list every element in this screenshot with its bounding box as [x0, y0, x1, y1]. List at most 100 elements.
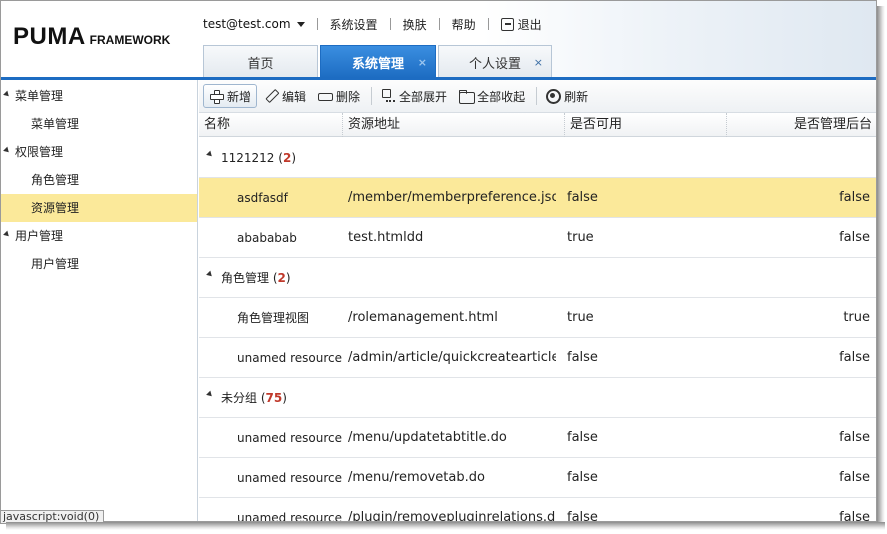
- table-row[interactable]: unamed resource /menu/updatetabtitle.do …: [199, 418, 876, 458]
- expand-all-icon: [381, 89, 396, 103]
- toolbar-divider: [536, 87, 538, 105]
- app-window: PUMA FRAMEWORK test@test.com 系统设置 换肤 帮助 退…: [0, 0, 877, 522]
- collapse-triangle-icon[interactable]: [206, 150, 214, 159]
- cell-name: unamed resource: [237, 351, 342, 365]
- column-header-url[interactable]: 资源地址: [343, 113, 565, 137]
- cell-url: /plugin/removepluginrelations.do: [348, 510, 556, 522]
- cell-admin: false: [839, 470, 870, 485]
- sidebar-item-label: 用户管理: [31, 257, 80, 271]
- collapse-all-label: 全部收起: [477, 89, 526, 104]
- expand-all-label: 全部展开: [399, 89, 448, 104]
- user-email: test@test.com: [203, 17, 291, 31]
- grid-body: 1121212 (2) asdfasdf /member/memberprefe…: [199, 138, 876, 522]
- group-row[interactable]: 未分组 (75): [199, 378, 876, 418]
- cell-name: unamed resource: [237, 471, 342, 485]
- cell-name: asdfasdf: [237, 191, 288, 205]
- edit-label: 编辑: [282, 89, 307, 104]
- tab-home[interactable]: 首页: [203, 45, 318, 78]
- delete-label: 删除: [336, 89, 361, 104]
- close-icon[interactable]: ×: [534, 56, 543, 69]
- sidebar: 菜单管理 菜单管理 权限管理 角色管理 资源管理 用户管理 用户管理: [1, 80, 198, 521]
- top-nav: test@test.com 系统设置 换肤 帮助 退出: [203, 15, 542, 33]
- sidebar-item-menu-management-child[interactable]: 菜单管理: [1, 110, 197, 138]
- close-icon[interactable]: ×: [418, 56, 427, 69]
- cell-url: /menu/removetab.do: [348, 470, 485, 485]
- collapse-triangle-icon[interactable]: [206, 390, 214, 399]
- tab-system-management[interactable]: 系统管理 ×: [320, 45, 436, 78]
- group-name: 角色管理: [221, 271, 270, 285]
- header: PUMA FRAMEWORK test@test.com 系统设置 换肤 帮助 退…: [1, 1, 876, 80]
- sidebar-item-label: 菜单管理: [15, 89, 64, 103]
- logout-link[interactable]: 退出: [500, 16, 542, 33]
- group-title: 未分组 (75): [221, 391, 287, 405]
- sidebar-item-user-management[interactable]: 用户管理: [1, 222, 197, 250]
- table-row[interactable]: abababab test.htmldd true false: [199, 218, 876, 258]
- sidebar-item-permission-management[interactable]: 权限管理: [1, 138, 197, 166]
- table-row[interactable]: unamed resource /plugin/removepluginrela…: [199, 498, 876, 522]
- table-row[interactable]: unamed resource /admin/article/quickcrea…: [199, 338, 876, 378]
- column-header-name[interactable]: 名称: [199, 113, 343, 137]
- table-row[interactable]: asdfasdf /member/memberpreference.json f…: [199, 178, 876, 218]
- delete-button[interactable]: 删除: [313, 84, 365, 108]
- column-header-enabled[interactable]: 是否可用: [565, 113, 727, 137]
- cell-url: /member/memberpreference.json: [348, 190, 556, 205]
- refresh-icon: [546, 89, 562, 104]
- chevron-down-icon: [296, 22, 305, 27]
- collapse-all-button[interactable]: 全部收起: [454, 84, 530, 108]
- expand-all-button[interactable]: 全部展开: [376, 84, 452, 108]
- cell-enabled: false: [567, 190, 598, 205]
- minus-icon: [318, 89, 334, 103]
- change-skin-link[interactable]: 换肤: [403, 16, 427, 33]
- logout-label: 退出: [517, 17, 542, 32]
- tab-personal-settings[interactable]: 个人设置 ×: [438, 45, 552, 78]
- cell-admin: false: [839, 190, 870, 205]
- expand-triangle-icon[interactable]: [3, 146, 11, 155]
- cell-name: 角色管理视图: [237, 311, 310, 325]
- add-label: 新增: [227, 89, 252, 104]
- group-row[interactable]: 角色管理 (2): [199, 258, 876, 298]
- cell-url: test.htmldd: [348, 230, 424, 245]
- refresh-label: 刷新: [564, 89, 589, 104]
- cell-enabled: false: [567, 350, 598, 365]
- group-count: 2: [277, 271, 286, 285]
- sidebar-item-label: 用户管理: [15, 229, 64, 243]
- cell-admin: false: [839, 430, 870, 445]
- cell-admin: false: [839, 510, 870, 522]
- cell-enabled: false: [567, 430, 598, 445]
- cell-url: /menu/updatetabtitle.do: [348, 430, 507, 445]
- collapse-triangle-icon[interactable]: [206, 270, 214, 279]
- system-settings-link[interactable]: 系统设置: [330, 16, 378, 33]
- folder-icon: [459, 89, 476, 104]
- table-row[interactable]: unamed resource /menu/removetab.do false…: [199, 458, 876, 498]
- cell-url: /admin/article/quickcreatearticle.do: [348, 350, 556, 365]
- cell-enabled: false: [567, 510, 598, 522]
- expand-triangle-icon[interactable]: [3, 230, 11, 239]
- cell-name: unamed resource: [237, 511, 342, 522]
- logout-icon: [500, 17, 514, 31]
- divider: [487, 18, 489, 30]
- logo: PUMA FRAMEWORK: [13, 23, 170, 51]
- table-row[interactable]: 角色管理视图 /rolemanagement.html true true: [199, 298, 876, 338]
- window-shadow: [6, 522, 885, 530]
- expand-triangle-icon[interactable]: [3, 90, 11, 99]
- user-menu[interactable]: test@test.com: [203, 17, 305, 31]
- sidebar-item-menu-management[interactable]: 菜单管理: [1, 82, 197, 110]
- tab-bar: 首页 系统管理 × 个人设置 ×: [203, 45, 554, 78]
- group-count: 2: [282, 151, 292, 165]
- divider: [389, 18, 391, 30]
- add-button[interactable]: 新增: [203, 84, 258, 108]
- grid-header: 名称 资源地址 是否可用 是否管理后台: [199, 113, 876, 137]
- help-link[interactable]: 帮助: [452, 16, 476, 33]
- group-count: 75: [265, 391, 283, 405]
- logo-main: PUMA: [13, 23, 86, 50]
- divider: [438, 18, 440, 30]
- tab-label: 首页: [247, 56, 274, 72]
- group-row[interactable]: 1121212 (2): [199, 138, 876, 178]
- sidebar-item-user-management-child[interactable]: 用户管理: [1, 250, 197, 278]
- sidebar-item-resource-management[interactable]: 资源管理: [1, 194, 197, 222]
- sidebar-item-role-management[interactable]: 角色管理: [1, 166, 197, 194]
- column-header-admin[interactable]: 是否管理后台: [727, 113, 876, 137]
- edit-button[interactable]: 编辑: [259, 84, 311, 108]
- refresh-button[interactable]: 刷新: [541, 84, 593, 108]
- sidebar-item-label: 角色管理: [31, 173, 80, 187]
